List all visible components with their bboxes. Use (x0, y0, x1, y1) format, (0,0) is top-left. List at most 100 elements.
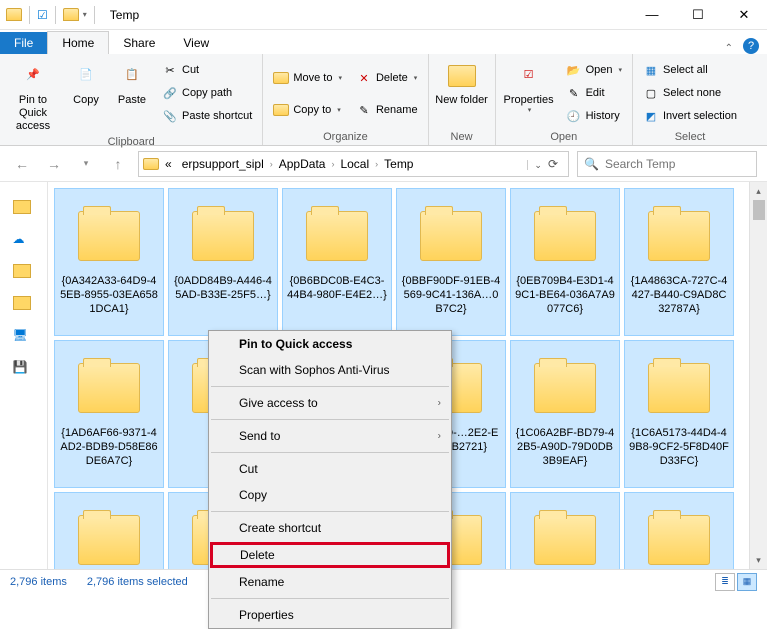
folder-tile[interactable]: {0EB709B4-E3D1-49C1-BE64-036A7A9077C6} (510, 188, 620, 336)
ctx-shortcut[interactable]: Create shortcut (209, 515, 451, 541)
address-bar[interactable]: « erpsupport_sipl› AppData› Local› Temp … (138, 151, 569, 177)
ctx-cut[interactable]: Cut (209, 456, 451, 482)
folder-icon (648, 515, 710, 565)
recent-dropdown[interactable]: ▾ (74, 152, 98, 176)
selectall-button[interactable]: ▦Select all (639, 60, 741, 80)
folder-tile[interactable]: {1A4863CA-727C-4427-B440-C9AD8C32787A} (624, 188, 734, 336)
folder-icon (13, 264, 31, 278)
invertselection-button[interactable]: ◩Invert selection (639, 106, 741, 126)
ctx-copy[interactable]: Copy (209, 482, 451, 508)
properties-icon: ☑ (513, 60, 545, 92)
tab-share[interactable]: Share (109, 32, 169, 54)
addr-dropdown-icon[interactable]: ⌄ (527, 160, 542, 170)
properties-button[interactable]: ☑ Properties▾ (502, 56, 556, 116)
folder-icon (534, 211, 596, 261)
minimize-button[interactable]: — (629, 0, 675, 30)
forward-button[interactable]: → (42, 152, 66, 176)
folder-icon (13, 200, 31, 214)
rename-button[interactable]: ✎Rename (352, 100, 422, 120)
selected-count: 2,796 items selected (87, 576, 188, 588)
delete-button[interactable]: ✕Delete▾ (352, 68, 422, 88)
pin-button[interactable]: 📌 Pin to Quick access (6, 56, 60, 134)
crumb-3[interactable]: Temp (380, 155, 417, 173)
folder-name: {0A342A33-64D9-45EB-8955-03EA6581DCA1} (59, 275, 159, 316)
qat-dropdown-icon[interactable]: ▾ (83, 10, 87, 19)
copy-icon: 📄 (70, 60, 102, 92)
history-icon: 🕘 (566, 108, 582, 124)
folder-icon (534, 363, 596, 413)
scroll-down-icon: ▾ (750, 551, 767, 569)
view-icons-button[interactable]: ▦ (737, 573, 757, 591)
folder-icon (306, 211, 368, 261)
selectnone-button[interactable]: ▢Select none (639, 83, 741, 103)
crumb-2[interactable]: Local (336, 155, 373, 173)
folder-tile[interactable] (510, 492, 620, 569)
search-box[interactable]: 🔍 (577, 151, 757, 177)
tab-view[interactable]: View (169, 32, 223, 54)
newfolder-button[interactable]: New folder (435, 56, 489, 107)
folder-tile[interactable]: {1C06A2BF-BD79-42B5-A90D-79D0DB3B9EAF} (510, 340, 620, 488)
drive-icon: 💾 (13, 360, 28, 374)
folder-tile[interactable]: {0A342A33-64D9-45EB-8955-03EA6581DCA1} (54, 188, 164, 336)
paste-button[interactable]: 📋 Paste (112, 56, 152, 107)
ctx-sendto[interactable]: Send to› (209, 423, 451, 449)
close-button[interactable]: ✕ (721, 0, 767, 30)
help-icon[interactable]: ? (743, 38, 759, 54)
maximize-button[interactable]: ☐ (675, 0, 721, 30)
path-icon: 🔗 (162, 85, 178, 101)
tab-home[interactable]: Home (47, 31, 109, 54)
ctx-properties[interactable]: Properties (209, 602, 451, 628)
ctx-delete[interactable]: Delete (210, 542, 450, 568)
folder-icon (192, 211, 254, 261)
open-button[interactable]: 📂Open▾ (562, 60, 626, 80)
edit-button[interactable]: ✎Edit (562, 83, 626, 103)
up-button[interactable]: ↑ (106, 152, 130, 176)
copypath-button[interactable]: 🔗Copy path (158, 83, 256, 103)
selectall-icon: ▦ (643, 62, 659, 78)
back-button[interactable]: ← (10, 152, 34, 176)
pasteshortcut-button[interactable]: 📎Paste shortcut (158, 106, 256, 126)
folder-name: {0BBF90DF-91EB-4569-9C41-136A…0B7C2} (401, 275, 501, 316)
folder-tile[interactable]: {1C6A5173-44D4-49B8-9CF2-5F8D40FD33FC} (624, 340, 734, 488)
group-open: ☑ Properties▾ 📂Open▾ ✎Edit 🕘History Open (496, 54, 633, 145)
title-bar: ☑ ▾ Temp — ☐ ✕ (0, 0, 767, 30)
vertical-scrollbar[interactable]: ▴ ▾ (749, 182, 767, 569)
cut-button[interactable]: ✂Cut (158, 60, 256, 80)
folder-icon (648, 211, 710, 261)
group-clipboard: 📌 Pin to Quick access 📄 Copy 📋 Paste ✂Cu… (0, 54, 263, 145)
view-details-button[interactable]: ≣ (715, 573, 735, 591)
qat-check-icon[interactable]: ☑ (37, 8, 48, 22)
folder-name: {1AD6AF66-9371-4AD2-BDB9-D58E86DE6A7C} (59, 427, 159, 468)
refresh-icon[interactable]: ⟳ (548, 157, 558, 171)
group-new: New folder New (429, 54, 496, 145)
collapse-ribbon-icon[interactable]: ⌃ (715, 43, 743, 54)
scroll-thumb (753, 200, 765, 220)
ctx-scan[interactable]: Scan with Sophos Anti-Virus (209, 357, 451, 383)
ctx-rename[interactable]: Rename (209, 569, 451, 595)
moveto-button[interactable]: Move to▾ (269, 68, 346, 88)
copyto-button[interactable]: Copy to▾ (269, 100, 346, 120)
group-select: ▦Select all ▢Select none ◩Invert selecti… (633, 54, 747, 145)
chevron-right-icon: › (438, 398, 441, 409)
open-icon: 📂 (566, 62, 582, 78)
ctx-give-access[interactable]: Give access to› (209, 390, 451, 416)
folder-tile[interactable] (624, 492, 734, 569)
scissors-icon: ✂ (162, 62, 178, 78)
item-count: 2,796 items (10, 576, 67, 588)
folder-tile[interactable]: {0BBF90DF-91EB-4569-9C41-136A…0B7C2} (396, 188, 506, 336)
tab-file[interactable]: File (0, 32, 47, 54)
folder-tile[interactable] (54, 492, 164, 569)
history-button[interactable]: 🕘History (562, 106, 626, 126)
folder-tile[interactable]: {0B6BDC0B-E4C3-44B4-980F-E4E2…} (282, 188, 392, 336)
folder-name: {1C06A2BF-BD79-42B5-A90D-79D0DB3B9EAF} (515, 427, 615, 468)
navigation-pane[interactable]: ☁ 🖥 💾 (0, 182, 48, 569)
crumb-1[interactable]: AppData (275, 155, 330, 173)
folder-tile[interactable]: {1AD6AF66-9371-4AD2-BDB9-D58E86DE6A7C} (54, 340, 164, 488)
crumb-0[interactable]: erpsupport_sipl (178, 155, 268, 173)
search-input[interactable] (605, 157, 760, 171)
ctx-pin[interactable]: Pin to Quick access (209, 331, 451, 357)
folder-icon (6, 8, 22, 21)
folder-icon (78, 211, 140, 261)
copy-button[interactable]: 📄 Copy (66, 56, 106, 107)
folder-tile[interactable]: {0ADD84B9-A446-45AD-B33E-25F5…} (168, 188, 278, 336)
